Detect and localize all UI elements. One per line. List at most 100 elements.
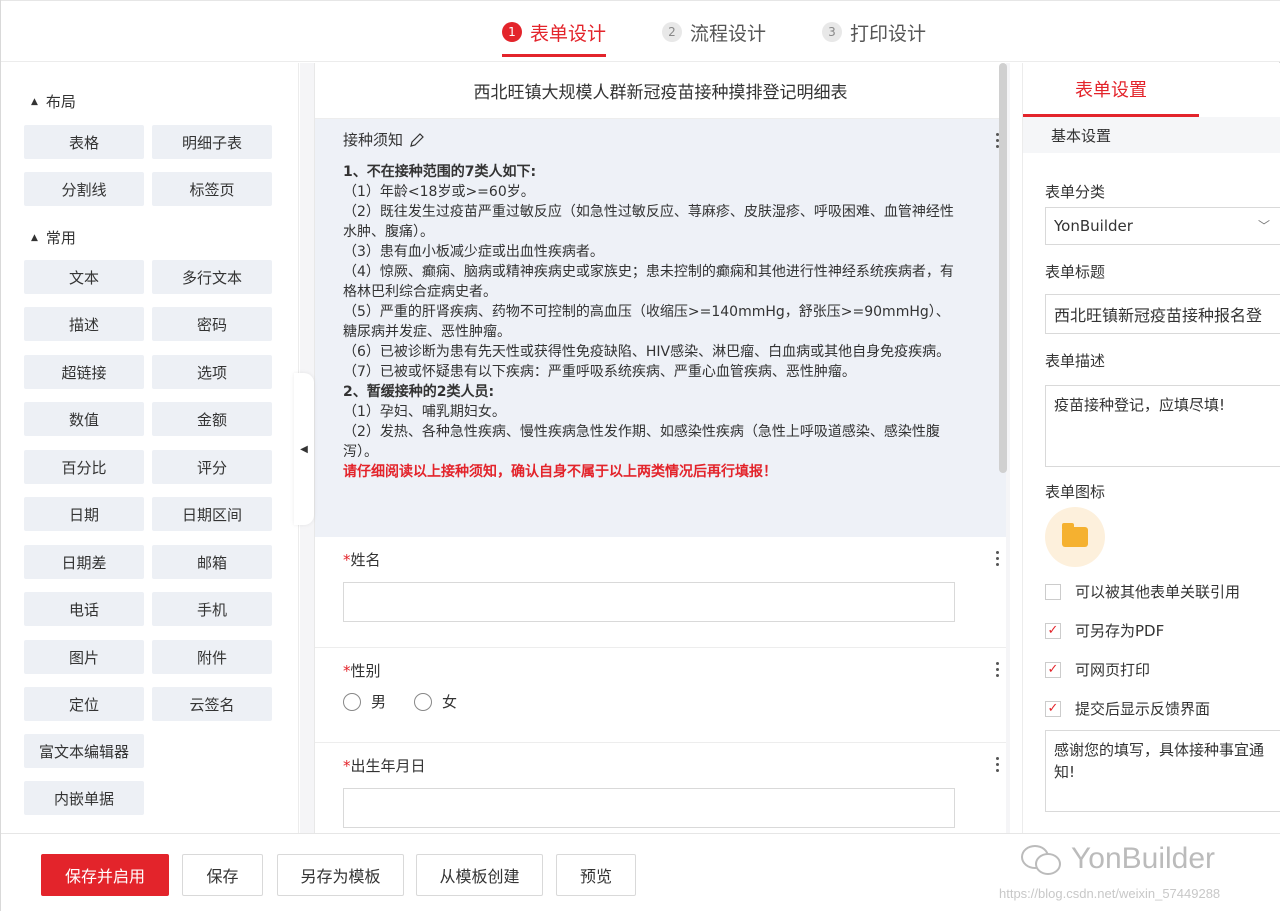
notice-line: 请仔细阅读以上接种须知，确认自身不属于以上两类情况后再行填报！ — [343, 464, 777, 480]
brand-text: YonBuilder — [1071, 842, 1216, 875]
collapse-triangle-icon: ▲ — [31, 232, 38, 243]
component-description[interactable]: 描述 — [24, 307, 144, 341]
notice-label-text: 接种须知 — [343, 131, 404, 149]
step-print-design[interactable]: 3 打印设计 — [822, 15, 926, 49]
component-password[interactable]: 密码 — [152, 307, 272, 341]
radio-circle-icon — [343, 692, 361, 711]
check-show-feedback[interactable]: ✓ 提交后显示反馈界面 — [1045, 698, 1210, 719]
bottom-toolbar: 保存并启用 保存 另存为模板 从模板创建 预览 YonBuilder https… — [1, 833, 1280, 911]
component-email[interactable]: 邮箱 — [152, 545, 272, 579]
component-cloud-signature[interactable]: 云签名 — [152, 687, 272, 721]
component-palette: ▲ 布局 表格 明细子表 分割线 标签页 ▲ 常用 文本 多行文本 描述 密码 … — [1, 63, 299, 833]
notice-block[interactable]: 接种须知 1、不在接种范围的7类人如下: （1）年龄<18岁或>=60岁。 （2）既… — [315, 119, 1006, 537]
check-web-print[interactable]: ✓ 可网页打印 — [1045, 659, 1150, 680]
tab-form-settings[interactable]: 表单设置 — [1023, 63, 1199, 117]
radio-male[interactable]: 男 — [343, 691, 386, 712]
description-textarea[interactable]: 疫苗接种登记，应填尽填! — [1045, 385, 1280, 467]
name-input[interactable] — [343, 582, 955, 622]
component-amount[interactable]: 金额 — [152, 402, 272, 436]
component-location[interactable]: 定位 — [24, 687, 144, 721]
required-mark: * — [343, 757, 351, 775]
notice-line: （6）已被诊断为患有先天性或获得性免疫缺陷、HIV感染、淋巴瘤、白血病或其他自身… — [343, 344, 951, 360]
section-title: 布局 — [45, 93, 76, 111]
more-menu-icon[interactable] — [996, 757, 1000, 772]
step-label: 打印设计 — [850, 22, 927, 45]
component-tabs[interactable]: 标签页 — [152, 172, 272, 206]
component-divider[interactable]: 分割线 — [24, 172, 144, 206]
more-menu-icon[interactable] — [996, 551, 1000, 566]
component-text[interactable]: 文本 — [24, 260, 144, 294]
radio-label: 男 — [371, 693, 387, 711]
step-number: 3 — [822, 22, 842, 42]
component-image[interactable]: 图片 — [24, 640, 144, 674]
description-label: 表单描述 — [1045, 352, 1106, 370]
category-label: 表单分类 — [1045, 183, 1106, 201]
folder-icon — [1062, 523, 1088, 547]
step-label: 流程设计 — [690, 22, 767, 45]
check-label: 提交后显示反馈界面 — [1075, 700, 1211, 718]
check-allow-reference[interactable]: 可以被其他表单关联引用 — [1045, 581, 1240, 602]
section-basic-settings: 基本设置 — [1023, 117, 1280, 153]
step-number: 2 — [662, 22, 682, 42]
field-label-text: 出生年月日 — [350, 757, 426, 775]
more-menu-icon[interactable] — [996, 662, 1000, 677]
notice-line: （3）患有血小板减少症或出血性疾病者。 — [343, 244, 604, 260]
notice-line: （2）发热、各种急性疾病、慢性疾病急性发作期、如感染性疾病（急性上呼吸道感染、感… — [343, 424, 940, 460]
component-rich-text[interactable]: 富文本编辑器 — [24, 734, 144, 768]
create-from-template-button[interactable]: 从模板创建 — [416, 854, 543, 896]
feedback-textarea[interactable]: 感谢您的填写，具体接种事宜通知! — [1045, 730, 1280, 812]
notice-line: （5）严重的肝肾疾病、药物不可控制的高血压（收缩压>=140mmHg，舒张压>=… — [343, 304, 950, 340]
caret-left-icon: ◀ — [300, 443, 308, 455]
component-hyperlink[interactable]: 超链接 — [24, 355, 144, 389]
preview-button[interactable]: 预览 — [556, 854, 636, 896]
notice-line: （1）孕妇、哺乳期妇女。 — [343, 404, 506, 420]
field-name[interactable]: *姓名 — [315, 537, 1006, 648]
component-textarea[interactable]: 多行文本 — [152, 260, 272, 294]
check-label: 可以被其他表单关联引用 — [1075, 583, 1241, 601]
radio-female[interactable]: 女 — [414, 691, 457, 712]
category-select[interactable]: YonBuilder ﹀ — [1045, 207, 1280, 245]
checkbox-checked-icon: ✓ — [1045, 661, 1061, 678]
component-number[interactable]: 数值 — [24, 402, 144, 436]
step-form-design[interactable]: 1 表单设计 — [502, 15, 607, 57]
component-table[interactable]: 表格 — [24, 125, 144, 159]
save-as-template-button[interactable]: 另存为模板 — [277, 854, 404, 896]
component-mobile[interactable]: 手机 — [152, 592, 272, 626]
component-rating[interactable]: 评分 — [152, 450, 272, 484]
field-label-text: 性别 — [350, 662, 381, 680]
form-icon-picker[interactable] — [1045, 507, 1105, 567]
field-birthdate[interactable]: *出生年月日 — [315, 743, 1006, 833]
step-flow-design[interactable]: 2 流程设计 — [662, 15, 766, 49]
title-input[interactable]: 西北旺镇新冠疫苗接种报名登 — [1045, 294, 1280, 334]
component-date-diff[interactable]: 日期差 — [24, 545, 144, 579]
notice-line: 2、暂缓接种的2类人员: — [343, 384, 495, 400]
component-attachment[interactable]: 附件 — [152, 640, 272, 674]
component-detail-subtable[interactable]: 明细子表 — [152, 125, 272, 159]
component-percent[interactable]: 百分比 — [24, 450, 144, 484]
required-mark: * — [343, 662, 351, 680]
notice-label: 接种须知 — [343, 129, 978, 150]
save-button[interactable]: 保存 — [182, 854, 263, 896]
component-embedded-doc[interactable]: 内嵌单据 — [24, 781, 144, 815]
notice-line: （4）惊厥、癫痫、脑病或精神疾病史或家族史；患未控制的癫痫和其他进行性神经系统疾… — [343, 264, 954, 300]
birthdate-input[interactable] — [343, 788, 955, 828]
category-value: YonBuilder — [1054, 217, 1133, 235]
checkbox-checked-icon: ✓ — [1045, 622, 1061, 639]
component-option[interactable]: 选项 — [152, 355, 272, 389]
section-layout[interactable]: ▲ 布局 — [31, 91, 76, 112]
component-date[interactable]: 日期 — [24, 497, 144, 531]
collapse-palette-button[interactable]: ◀ — [294, 373, 314, 525]
title-label: 表单标题 — [1045, 263, 1106, 281]
edit-pencil-icon[interactable] — [409, 132, 425, 148]
field-gender[interactable]: *性别 男 女 — [315, 648, 1006, 743]
checkbox-icon — [1045, 583, 1061, 600]
icon-label: 表单图标 — [1045, 483, 1106, 501]
section-common[interactable]: ▲ 常用 — [31, 227, 76, 248]
component-date-range[interactable]: 日期区间 — [152, 497, 272, 531]
brand-watermark: YonBuilder — [1021, 842, 1215, 876]
canvas-scrollbar[interactable] — [999, 63, 1007, 473]
component-phone[interactable]: 电话 — [24, 592, 144, 626]
form-title[interactable]: 西北旺镇大规模人群新冠疫苗接种摸排登记明细表 — [315, 63, 1006, 119]
save-enable-button[interactable]: 保存并启用 — [41, 854, 169, 896]
check-save-pdf[interactable]: ✓ 可另存为PDF — [1045, 620, 1164, 641]
